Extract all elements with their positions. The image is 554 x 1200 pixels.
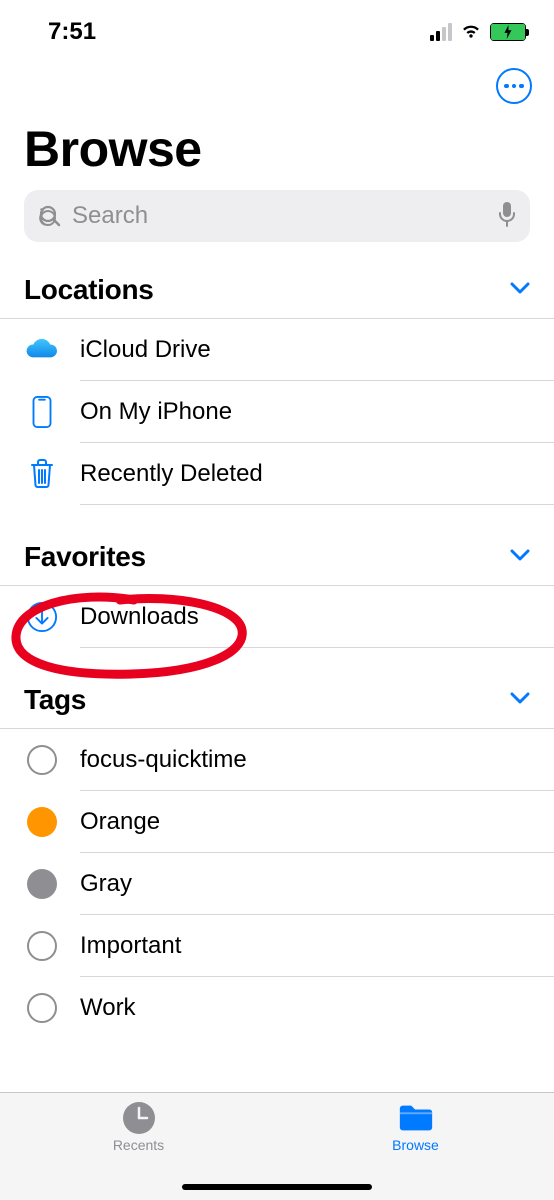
tab-bar: Recents Browse (0, 1092, 554, 1200)
tag-item[interactable]: Work (0, 977, 554, 1039)
tag-color-icon (24, 866, 60, 902)
tags-list: focus-quicktime Orange Gray Important Wo… (0, 728, 554, 1039)
chevron-down-icon (510, 691, 530, 710)
tab-label: Browse (392, 1137, 439, 1153)
status-icons (430, 21, 526, 44)
list-item-label: Recently Deleted (80, 443, 554, 505)
list-item-label: Orange (80, 791, 554, 853)
chevron-down-icon (510, 281, 530, 300)
tag-item[interactable]: Important (0, 915, 554, 977)
tag-item[interactable]: Gray (0, 853, 554, 915)
search-bar[interactable] (24, 190, 530, 242)
location-on-my-iphone[interactable]: On My iPhone (0, 381, 554, 443)
folder-icon (397, 1101, 435, 1135)
search-input[interactable] (72, 202, 488, 230)
list-item-label: focus-quicktime (80, 729, 554, 791)
tags-title: Tags (24, 684, 86, 716)
locations-section-header[interactable]: Locations (0, 266, 554, 318)
favorites-section-header[interactable]: Favorites (0, 533, 554, 585)
list-item-label: Gray (80, 853, 554, 915)
locations-list: iCloud Drive On My iPhone Recently Delet… (0, 318, 554, 505)
status-time: 7:51 (48, 18, 96, 46)
page-title: Browse (0, 104, 554, 190)
wifi-icon (460, 21, 482, 44)
home-indicator[interactable] (182, 1184, 372, 1190)
locations-title: Locations (24, 274, 154, 306)
microphone-icon[interactable] (498, 201, 516, 232)
tag-color-icon (24, 804, 60, 840)
list-item-label: On My iPhone (80, 381, 554, 443)
tag-color-icon (24, 742, 60, 778)
tab-label: Recents (113, 1137, 164, 1153)
tags-section-header[interactable]: Tags (0, 676, 554, 728)
tag-color-icon (24, 990, 60, 1026)
cellular-signal-icon (430, 23, 452, 41)
download-icon (24, 599, 60, 635)
tag-item[interactable]: focus-quicktime (0, 729, 554, 791)
list-item-label: Important (80, 915, 554, 977)
trash-icon (24, 456, 60, 492)
tag-color-icon (24, 928, 60, 964)
battery-icon (490, 23, 526, 41)
list-item-label: iCloud Drive (80, 319, 554, 381)
phone-icon (24, 394, 60, 430)
location-recently-deleted[interactable]: Recently Deleted (0, 443, 554, 505)
search-icon (38, 204, 62, 228)
tag-item[interactable]: Orange (0, 791, 554, 853)
list-item-label: Work (80, 977, 554, 1039)
list-item-label: Downloads (80, 586, 554, 648)
clock-icon (120, 1101, 158, 1135)
more-options-button[interactable] (496, 68, 532, 104)
status-bar: 7:51 (0, 0, 554, 56)
location-icloud-drive[interactable]: iCloud Drive (0, 319, 554, 381)
cloud-icon (24, 332, 60, 368)
chevron-down-icon (510, 548, 530, 567)
favorite-downloads[interactable]: Downloads (0, 586, 554, 648)
favorites-title: Favorites (24, 541, 146, 573)
favorites-list: Downloads (0, 585, 554, 648)
